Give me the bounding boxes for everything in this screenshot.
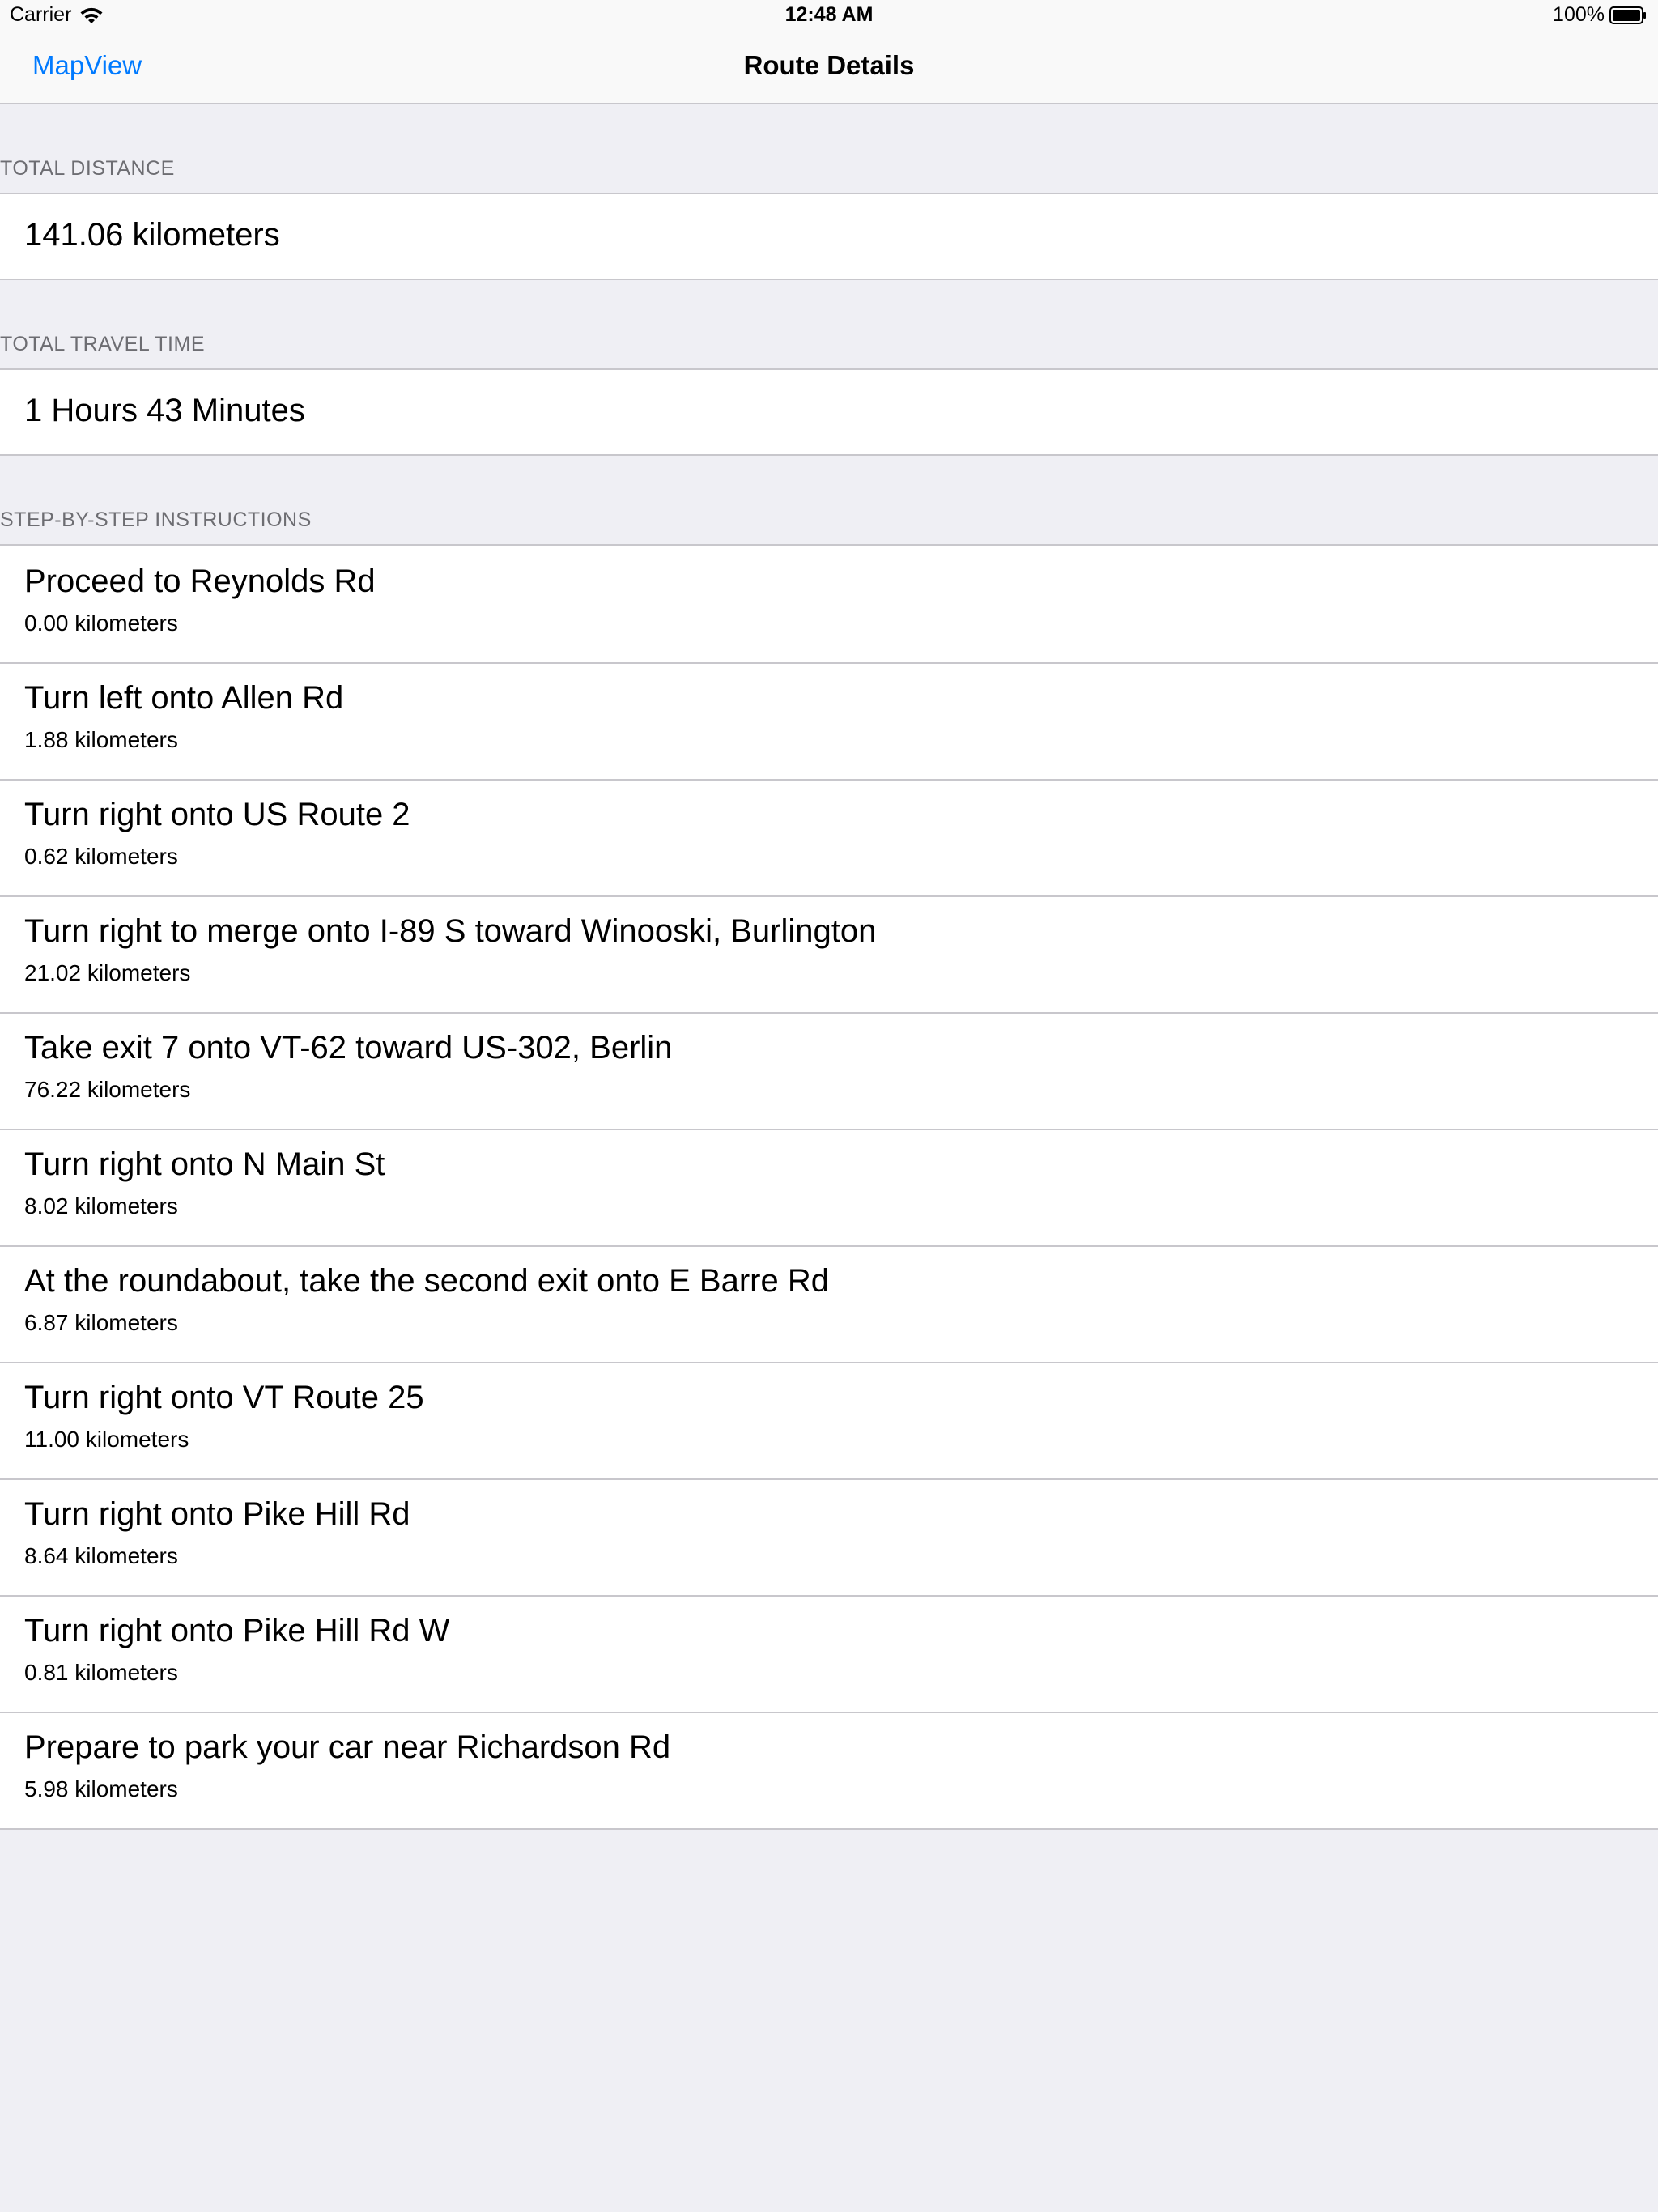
step-instruction: Turn right onto Pike Hill Rd bbox=[24, 1496, 410, 1532]
total-travel-time-value: 1 Hours 43 Minutes bbox=[24, 393, 305, 428]
step-instruction: Proceed to Reynolds Rd bbox=[24, 564, 376, 599]
step-row[interactable]: Prepare to park your car near Richardson… bbox=[0, 1712, 1658, 1828]
step-instruction: Turn right onto US Route 2 bbox=[24, 797, 410, 832]
status-bar: Carrier 12:48 AM 100% bbox=[0, 0, 1658, 32]
total-travel-time-group: 1 Hours 43 Minutes bbox=[0, 368, 1658, 456]
step-distance: 0.00 kilometers bbox=[24, 610, 178, 636]
step-row[interactable]: Turn left onto Allen Rd 1.88 kilometers bbox=[0, 662, 1658, 779]
step-row[interactable]: At the roundabout, take the second exit … bbox=[0, 1245, 1658, 1362]
step-instruction: At the roundabout, take the second exit … bbox=[24, 1263, 829, 1299]
step-distance: 21.02 kilometers bbox=[24, 960, 191, 985]
total-distance-value: 141.06 kilometers bbox=[24, 217, 280, 253]
step-distance: 0.62 kilometers bbox=[24, 844, 178, 869]
step-distance: 5.98 kilometers bbox=[24, 1776, 178, 1802]
battery-percentage: 100% bbox=[1553, 3, 1605, 26]
total-distance-group: 141.06 kilometers bbox=[0, 193, 1658, 280]
step-distance: 8.02 kilometers bbox=[24, 1193, 178, 1219]
step-distance: 76.22 kilometers bbox=[24, 1077, 191, 1102]
step-row[interactable]: Take exit 7 onto VT-62 toward US-302, Be… bbox=[0, 1012, 1658, 1129]
step-row[interactable]: Turn right onto US Route 2 0.62 kilomete… bbox=[0, 779, 1658, 895]
status-battery: 100% bbox=[1553, 3, 1647, 27]
step-row[interactable]: Turn right onto VT Route 25 11.00 kilome… bbox=[0, 1362, 1658, 1478]
step-distance: 0.81 kilometers bbox=[24, 1660, 178, 1685]
step-instruction: Turn right onto Pike Hill Rd W bbox=[24, 1613, 450, 1648]
total-travel-time-cell: 1 Hours 43 Minutes bbox=[0, 370, 1658, 454]
step-distance: 1.88 kilometers bbox=[24, 727, 178, 752]
section-header-steps: STEP-BY-STEP INSTRUCTIONS bbox=[0, 508, 312, 531]
step-row[interactable]: Turn right to merge onto I-89 S toward W… bbox=[0, 895, 1658, 1012]
step-row[interactable]: Turn right onto Pike Hill Rd 8.64 kilome… bbox=[0, 1478, 1658, 1595]
section-header-total-distance: TOTAL DISTANCE bbox=[0, 157, 175, 180]
section-header-total-travel-time: TOTAL TRAVEL TIME bbox=[0, 333, 206, 355]
total-distance-cell: 141.06 kilometers bbox=[0, 194, 1658, 279]
status-time: 12:48 AM bbox=[784, 3, 874, 26]
step-instruction: Turn right onto VT Route 25 bbox=[24, 1380, 424, 1415]
navigation-bar: MapView Route Details bbox=[0, 32, 1658, 104]
step-instruction: Prepare to park your car near Richardson… bbox=[24, 1729, 671, 1765]
step-instruction: Turn left onto Allen Rd bbox=[24, 680, 344, 716]
step-row[interactable]: Proceed to Reynolds Rd 0.00 kilometers bbox=[0, 546, 1658, 662]
battery-icon bbox=[1609, 6, 1646, 24]
step-instruction: Turn right onto N Main St bbox=[24, 1146, 385, 1182]
page-title: Route Details bbox=[743, 50, 915, 80]
steps-list: Proceed to Reynolds Rd 0.00 kilometers T… bbox=[0, 544, 1658, 1830]
step-row[interactable]: Turn right onto Pike Hill Rd W 0.81 kilo… bbox=[0, 1595, 1658, 1712]
step-row[interactable]: Turn right onto N Main St 8.02 kilometer… bbox=[0, 1129, 1658, 1245]
step-distance: 6.87 kilometers bbox=[24, 1310, 178, 1335]
step-distance: 8.64 kilometers bbox=[24, 1543, 178, 1568]
step-instruction: Take exit 7 onto VT-62 toward US-302, Be… bbox=[24, 1030, 673, 1066]
step-distance: 11.00 kilometers bbox=[24, 1427, 189, 1452]
step-instruction: Turn right to merge onto I-89 S toward W… bbox=[24, 913, 877, 949]
